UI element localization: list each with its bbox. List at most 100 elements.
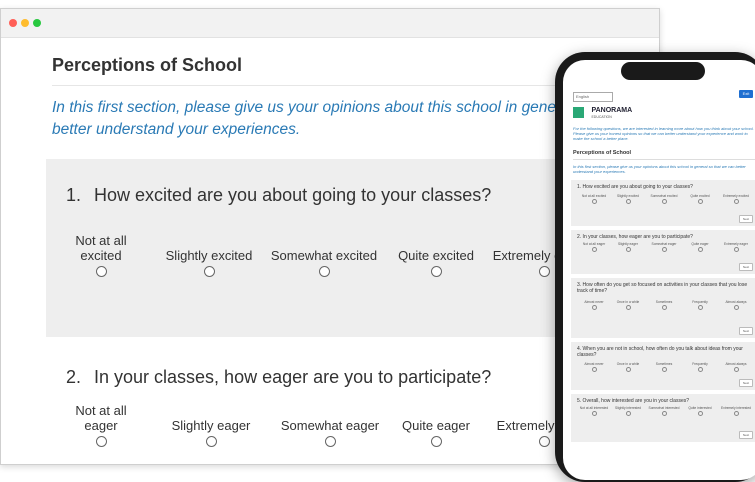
phone-option[interactable]: Once in a while [611, 300, 645, 310]
phone-option[interactable]: Almost always [719, 300, 753, 310]
phone-question-text: 1. How excited are you about going to yo… [577, 184, 693, 190]
phone-option[interactable]: Slightly excited [611, 194, 645, 204]
phone-question-1: 1. How excited are you about going to yo… [571, 180, 755, 226]
radio-button[interactable] [697, 367, 703, 372]
radio-button[interactable] [733, 199, 739, 204]
option-not-at-all-eager[interactable]: Not at all eager [66, 401, 136, 450]
phone-option[interactable]: Quite interested [683, 406, 717, 416]
phone-option[interactable]: Somewhat excited [647, 194, 681, 204]
minimize-window-icon[interactable] [21, 19, 29, 27]
phone-next-button[interactable]: Next [739, 431, 753, 439]
radio-button[interactable] [661, 411, 667, 416]
radio-button[interactable] [205, 436, 217, 447]
phone-option[interactable]: Almost always [719, 362, 753, 372]
language-select[interactable]: English [573, 92, 613, 102]
radio-button[interactable] [661, 247, 667, 252]
phone-option[interactable]: Slightly eager [611, 242, 645, 252]
radio-button[interactable] [324, 436, 336, 447]
phone-option[interactable]: Extremely interested [719, 406, 753, 416]
radio-button[interactable] [697, 411, 703, 416]
phone-notch [621, 62, 705, 80]
phone-next-button[interactable]: Next [739, 215, 753, 223]
option-slightly-excited[interactable]: Slightly excited [154, 231, 264, 280]
phone-option[interactable]: Frequently [683, 362, 717, 372]
phone-option[interactable]: Almost never [577, 300, 611, 310]
question-label: In your classes, how eager are you to pa… [94, 367, 492, 387]
option-quite-eager[interactable]: Quite eager [386, 401, 486, 450]
close-window-icon[interactable] [9, 19, 17, 27]
exit-button[interactable]: Exit [739, 90, 753, 98]
radio-button[interactable] [538, 436, 550, 447]
option-not-at-all-excited[interactable]: Not at all excited [66, 231, 136, 280]
phone-screen: English Exit PANORAMA EDUCATION For the f… [563, 60, 755, 480]
phone-next-button[interactable]: Next [739, 263, 753, 271]
radio-button[interactable] [430, 436, 442, 447]
radio-button[interactable] [591, 305, 597, 310]
radio-button[interactable] [733, 367, 739, 372]
phone-option-label: Somewhat excited [650, 194, 678, 198]
phone-divider [573, 159, 755, 160]
phone-option-label: Sometimes [655, 362, 673, 366]
phone-option[interactable]: Not at all eager [577, 242, 611, 252]
radio-button[interactable] [661, 305, 667, 310]
radio-button[interactable] [625, 199, 631, 204]
radio-button[interactable] [203, 266, 215, 277]
question-number: 1. [66, 185, 82, 205]
phone-option[interactable]: Extremely excited [719, 194, 753, 204]
phone-question-4: 4. When you are not in school, how often… [571, 342, 755, 390]
phone-section-title: Perceptions of School [573, 150, 632, 156]
phone-option[interactable]: Not at all excited [577, 194, 611, 204]
radio-button[interactable] [591, 367, 597, 372]
panorama-logo: PANORAMA EDUCATION [573, 104, 632, 122]
radio-button[interactable] [318, 266, 330, 277]
option-somewhat-excited[interactable]: Somewhat excited [264, 231, 384, 280]
phone-option[interactable]: Sometimes [647, 362, 681, 372]
phone-option-label: Quite interested [688, 406, 712, 410]
radio-button[interactable] [95, 266, 107, 277]
radio-button[interactable] [625, 367, 631, 372]
phone-question-text: 2. In your classes, how eager are you to… [577, 234, 693, 240]
radio-button[interactable] [591, 411, 597, 416]
phone-next-button[interactable]: Next [739, 327, 753, 335]
phone-option[interactable]: Somewhat eager [647, 242, 681, 252]
radio-button[interactable] [625, 305, 631, 310]
radio-button[interactable] [697, 247, 703, 252]
radio-button[interactable] [625, 247, 631, 252]
radio-button[interactable] [697, 199, 703, 204]
radio-button[interactable] [733, 411, 739, 416]
phone-option[interactable]: Slightly interested [611, 406, 645, 416]
radio-button[interactable] [430, 266, 442, 277]
phone-option-label: Quite eager [691, 242, 709, 246]
phone-option[interactable]: Sometimes [647, 300, 681, 310]
phone-option[interactable]: Quite excited [683, 194, 717, 204]
radio-button[interactable] [733, 305, 739, 310]
phone-option[interactable]: Quite eager [683, 242, 717, 252]
phone-option[interactable]: Somewhat interested [647, 406, 681, 416]
option-somewhat-eager[interactable]: Somewhat eager [270, 401, 390, 450]
radio-button[interactable] [591, 247, 597, 252]
maximize-window-icon[interactable] [33, 19, 41, 27]
phone-option[interactable]: Once in a while [611, 362, 645, 372]
phone-option-label: Extremely interested [720, 406, 752, 410]
phone-option-label: Extremely excited [722, 194, 750, 198]
question-number: 2. [66, 367, 82, 387]
phone-option[interactable]: Almost never [577, 362, 611, 372]
phone-question-text: 5. Overall, how interested are you in yo… [577, 398, 689, 404]
radio-button[interactable] [625, 411, 631, 416]
phone-option[interactable]: Frequently [683, 300, 717, 310]
phone-option-label: Once in a while [616, 300, 640, 304]
question-2-text: 2. In your classes, how eager are you to … [66, 367, 491, 388]
option-slightly-eager[interactable]: Slightly eager [156, 401, 266, 450]
radio-button[interactable] [661, 367, 667, 372]
phone-option[interactable]: Not at all interested [577, 406, 611, 416]
radio-button[interactable] [591, 199, 597, 204]
radio-button[interactable] [538, 266, 550, 277]
radio-button[interactable] [733, 247, 739, 252]
phone-option[interactable]: Extremely eager [719, 242, 753, 252]
radio-button[interactable] [95, 436, 107, 447]
phone-next-button[interactable]: Next [739, 379, 753, 387]
radio-button[interactable] [697, 305, 703, 310]
option-quite-excited[interactable]: Quite excited [386, 231, 486, 280]
phone-option-label: Not at all interested [579, 406, 609, 410]
radio-button[interactable] [661, 199, 667, 204]
